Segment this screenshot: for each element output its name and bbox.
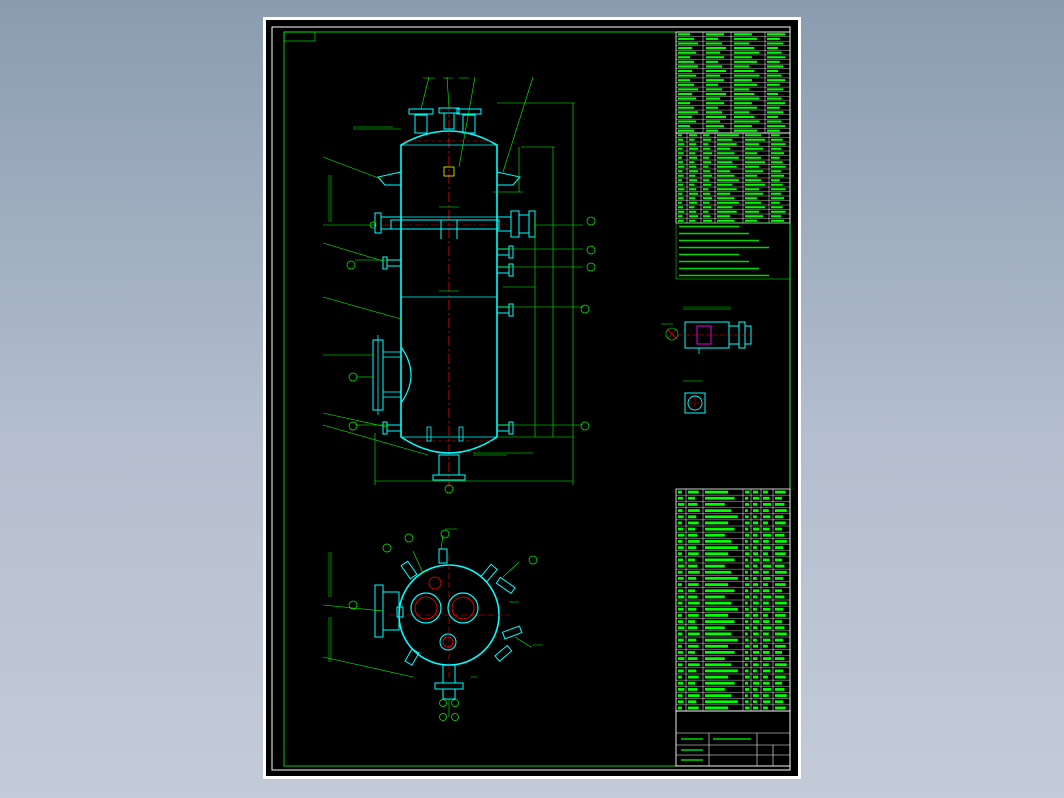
cad-drawing-sheet (263, 17, 801, 779)
